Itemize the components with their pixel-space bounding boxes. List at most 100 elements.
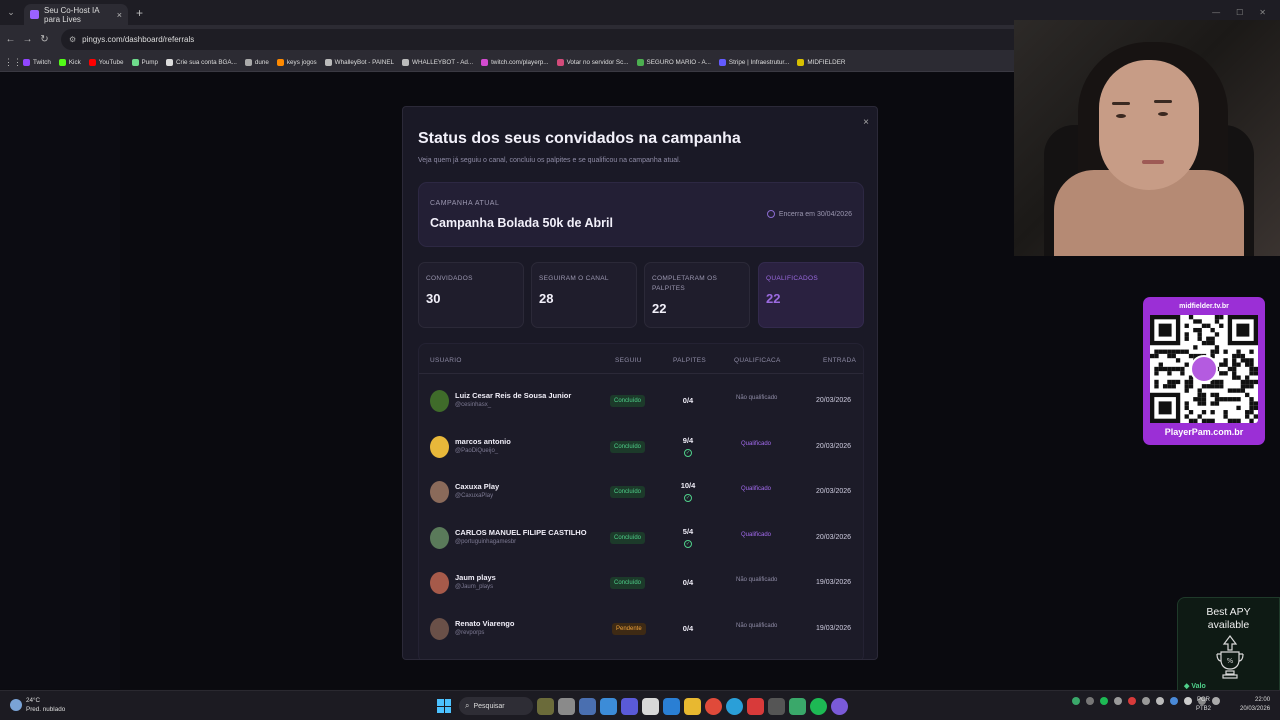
spotify-icon[interactable]	[810, 697, 827, 715]
qr-module	[1210, 392, 1215, 398]
qr-module	[1236, 397, 1241, 402]
entry-date: 20/03/2026	[816, 397, 852, 404]
tray-icon[interactable]	[1142, 697, 1150, 705]
tray-icon[interactable]	[1086, 697, 1094, 705]
bookmark-favicon-icon	[324, 59, 332, 66]
tab-close-icon[interactable]: ×	[117, 10, 122, 20]
entry-date: 20/03/2026	[816, 488, 852, 495]
site-info-icon[interactable]: ⚙	[69, 35, 76, 44]
qr-module	[1219, 379, 1224, 385]
tab-list-icon[interactable]: ⌄	[2, 4, 20, 22]
bookmark-favicon-icon	[276, 59, 284, 66]
taskbar-app-icon[interactable]	[621, 697, 638, 715]
bookmark-favicon-icon	[797, 59, 805, 66]
taskbar-app-icon[interactable]	[789, 697, 806, 715]
qr-module	[1249, 401, 1254, 406]
qr-module	[1158, 349, 1163, 354]
qr-module	[1184, 362, 1189, 367]
qr-module	[1253, 401, 1258, 406]
taskbar-app-icon[interactable]	[558, 697, 575, 715]
check-circle-icon: ✓	[684, 448, 692, 457]
tray-icon[interactable]	[1156, 697, 1164, 705]
user-handle: @Jaum_plays	[455, 584, 494, 590]
tray-icon[interactable]	[1072, 697, 1080, 705]
qr-module	[1184, 388, 1189, 393]
taskbar-search[interactable]: ⌕ Pesquisar	[459, 697, 533, 715]
bookmark-item[interactable]: Twitch	[20, 59, 54, 66]
qr-module	[1232, 418, 1237, 423]
bookmark-item[interactable]: YouTube	[86, 59, 127, 66]
window-close-icon[interactable]: ✕	[1259, 8, 1266, 17]
qr-module	[1167, 384, 1172, 389]
qr-module	[1253, 414, 1258, 419]
taskbar-app-icon[interactable]	[537, 697, 554, 715]
qr-module	[1214, 392, 1220, 398]
qr-module	[1201, 401, 1207, 406]
bookmark-label: Kick	[68, 59, 81, 66]
bookmark-item[interactable]: twitch.com/playerp...	[478, 59, 551, 66]
weather-widget[interactable]: 24°C Pred. nublado	[10, 696, 65, 714]
qr-module	[1158, 323, 1172, 337]
qr-module	[1210, 340, 1215, 346]
maximize-icon[interactable]: ☐	[1236, 8, 1243, 17]
qr-module	[1188, 418, 1194, 423]
bookmark-item[interactable]: WhalleyBot - PAINEL	[322, 59, 397, 66]
follow-status-badge: Concluído	[610, 577, 646, 589]
url-field[interactable]: ⚙ pingys.com/dashboard/referrals	[61, 29, 1071, 50]
tray-icon[interactable]	[1184, 697, 1192, 705]
bookmark-item[interactable]: Pump	[129, 59, 161, 66]
windows-start-icon[interactable]	[437, 699, 451, 713]
taskbar-app-icon[interactable]	[579, 697, 596, 715]
bookmark-item[interactable]: Stripe | Infraestrutur...	[716, 59, 792, 66]
tray-icon[interactable]	[1114, 697, 1122, 705]
chrome-icon[interactable]	[705, 697, 722, 715]
new-tab-icon[interactable]: +	[136, 6, 143, 20]
qr-module	[1223, 397, 1228, 402]
tray-icon[interactable]	[1128, 697, 1136, 705]
taskbar-clock[interactable]: 22:00 20/03/2026	[1240, 696, 1270, 714]
qr-module	[1197, 332, 1202, 337]
bookmark-item[interactable]: Crie sua conta BGA...	[163, 59, 240, 66]
bookmark-item[interactable]: dune	[242, 59, 272, 66]
qr-module	[1210, 327, 1215, 333]
qr-module	[1232, 358, 1237, 363]
taskbar-app-icon[interactable]	[768, 697, 785, 715]
webcam-brow	[1112, 102, 1130, 105]
input-language[interactable]: POR PTB2	[1196, 696, 1211, 714]
tray-icon[interactable]	[1100, 697, 1108, 705]
forward-icon[interactable]: →	[19, 34, 36, 45]
bookmark-item[interactable]: MIDFIELDER	[794, 59, 848, 66]
reload-icon[interactable]: ↻	[36, 34, 53, 45]
taskbar-app-icon[interactable]	[663, 697, 680, 715]
bookmark-item[interactable]: SEGURO MARIO - A...	[634, 59, 714, 66]
qr-module	[1223, 362, 1228, 367]
qr-module	[1245, 362, 1250, 367]
discord-icon[interactable]	[831, 697, 848, 715]
tray-icon[interactable]	[1212, 697, 1220, 705]
qr-module	[1184, 414, 1189, 419]
check-circle-icon: ✓	[684, 494, 692, 502]
qr-module	[1201, 384, 1207, 389]
taskbar-app-icon[interactable]	[747, 697, 764, 715]
modal-close-icon[interactable]: ×	[863, 117, 869, 128]
qr-module	[1219, 362, 1224, 367]
file-explorer-icon[interactable]	[684, 697, 701, 715]
qr-module	[1245, 375, 1250, 380]
qr-module	[1175, 358, 1181, 363]
taskbar-app-icon[interactable]	[600, 697, 617, 715]
bookmark-item[interactable]: Kick	[56, 59, 84, 66]
tray-icon[interactable]	[1170, 697, 1178, 705]
bookmark-item[interactable]: Votar no servidor Sc...	[554, 59, 632, 66]
avatar	[430, 481, 449, 503]
back-icon[interactable]: ←	[2, 34, 19, 45]
qr-module	[1184, 379, 1189, 385]
edge-icon[interactable]	[726, 697, 743, 715]
taskbar-app-icon[interactable]	[642, 697, 659, 715]
apps-grid-icon[interactable]: ⋮⋮	[4, 57, 22, 68]
qr-module	[1232, 366, 1237, 372]
qr-module	[1162, 349, 1168, 354]
minimize-icon[interactable]: —	[1212, 8, 1220, 17]
bookmark-item[interactable]: WHALLEYBOT - Ad...	[399, 59, 476, 66]
bookmark-item[interactable]: keys jogos	[274, 59, 320, 66]
browser-tab[interactable]: Seu Co-Host IA para Lives ×	[24, 4, 128, 25]
